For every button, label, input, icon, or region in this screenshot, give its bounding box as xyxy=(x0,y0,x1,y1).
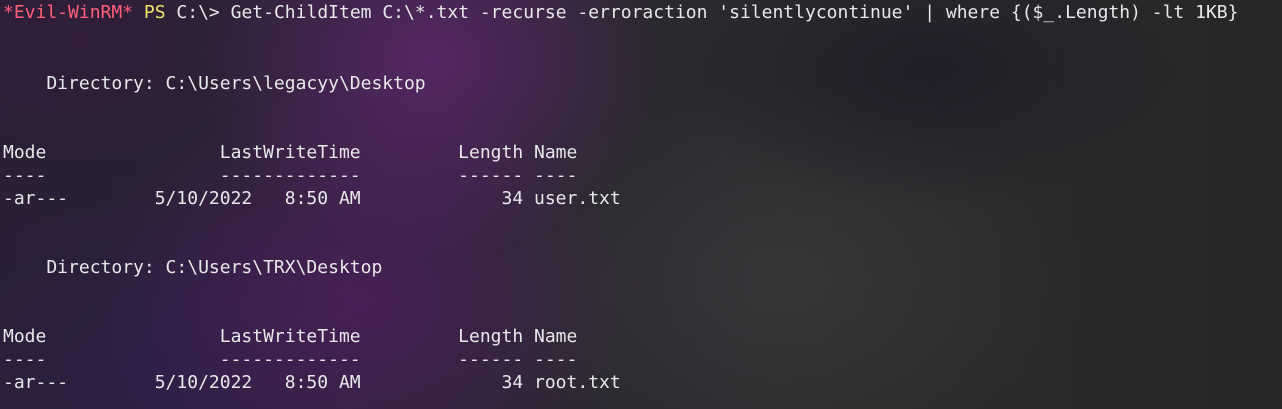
prompt-ps: PS xyxy=(143,2,166,23)
table-row: -ar--- 5/10/2022 8:50 AM 34 user.txt xyxy=(3,188,621,209)
prompt-tag: *Evil-WinRM* xyxy=(3,2,134,23)
directory-heading: Directory: C:\Users\TRX\Desktop xyxy=(3,257,383,278)
command-text: Get-ChildItem C:\*.txt -recurse -errorac… xyxy=(230,2,1239,23)
table-row: -ar--- 5/10/2022 8:50 AM 34 root.txt xyxy=(3,372,621,393)
table-header: Mode LastWriteTime Length Name xyxy=(3,142,578,163)
table-header-underline: ---- ------------- ------ ---- xyxy=(3,349,578,370)
table-header-underline: ---- ------------- ------ ---- xyxy=(3,165,578,186)
table-header: Mode LastWriteTime Length Name xyxy=(3,326,578,347)
prompt-path: C:\> xyxy=(176,2,220,23)
command-line: *Evil-WinRM* PS C:\> Get-ChildItem C:\*.… xyxy=(3,1,1238,24)
directory-heading: Directory: C:\Users\legacyy\Desktop xyxy=(3,73,426,94)
terminal-window[interactable]: *Evil-WinRM* PS C:\> Get-ChildItem C:\*.… xyxy=(0,0,1282,409)
